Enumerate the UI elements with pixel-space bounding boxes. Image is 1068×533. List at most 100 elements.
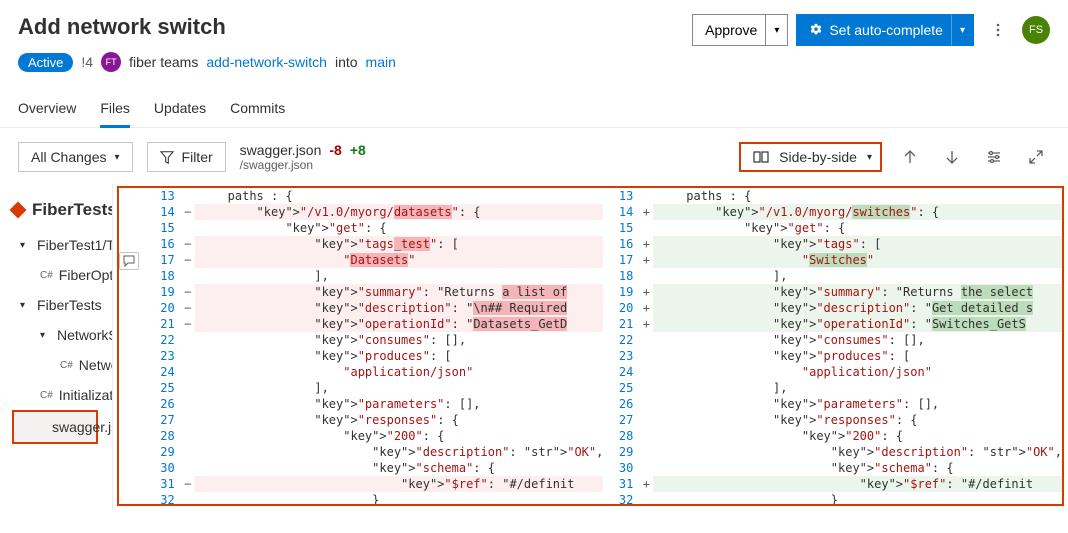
project-icon — [10, 202, 27, 219]
diff-line[interactable]: 14+ "key">"/v1.0/myorg/switches": { — [603, 204, 1062, 220]
changes-label: All Changes — [31, 149, 107, 165]
diff-line[interactable]: 32 } — [145, 492, 604, 504]
changes-dropdown[interactable]: All Changes ▾ — [18, 142, 133, 172]
diff-line[interactable]: 21− "key">"operationId": "Datasets_GetD — [145, 316, 604, 332]
diff-line[interactable]: 26 "key">"parameters": [], — [145, 396, 604, 412]
user-avatar[interactable]: FS — [1022, 16, 1050, 44]
diff-line[interactable]: 22 "key">"consumes": [], — [603, 332, 1062, 348]
diff-line[interactable]: 18 ], — [603, 268, 1062, 284]
diff-left-pane[interactable]: 13 paths : {14− "key">"/v1.0/myorg/datas… — [145, 188, 604, 504]
expand-button[interactable] — [1022, 143, 1050, 171]
arrow-down-icon — [944, 149, 960, 165]
diff-line[interactable]: 25 ], — [145, 380, 604, 396]
diff-line[interactable]: 30 "key">"schema": { — [145, 460, 604, 476]
diff-line[interactable]: 15 "key">"get": { — [603, 220, 1062, 236]
gear-icon — [809, 23, 823, 37]
target-branch-link[interactable]: main — [366, 54, 396, 70]
prev-diff-button[interactable] — [896, 143, 924, 171]
diff-line[interactable]: 25 ], — [603, 380, 1062, 396]
tab-bar: Overview Files Updates Commits — [0, 84, 1068, 128]
diff-line[interactable]: 18 ], — [145, 268, 604, 284]
csharp-icon: C# — [60, 360, 73, 371]
approve-button-group[interactable]: Approve ▾ — [692, 14, 788, 46]
file-tree-sidebar: FiberTests ▾ FiberTest1/Transceivers C# … — [0, 184, 113, 508]
project-header[interactable]: FiberTests — [12, 200, 113, 220]
diff-line[interactable]: 14− "key">"/v1.0/myorg/datasets": { — [145, 204, 604, 220]
diff-viewer: 13 paths : {14− "key">"/v1.0/myorg/datas… — [119, 188, 1062, 504]
comment-marker[interactable] — [119, 252, 139, 270]
autocomplete-button[interactable]: Set auto-complete — [796, 14, 951, 46]
tab-files[interactable]: Files — [100, 92, 130, 127]
status-badge: Active — [18, 53, 73, 72]
diff-line[interactable]: 20− "key">"description": "\n## Required — [145, 300, 604, 316]
approve-button[interactable]: Approve — [692, 14, 765, 46]
settings-button[interactable] — [980, 143, 1008, 171]
diff-line[interactable]: 24 "application/json" — [145, 364, 604, 380]
diff-line[interactable]: 31− "key">"$ref": "#/definit — [145, 476, 604, 492]
diff-line[interactable]: 23 "key">"produces": [ — [145, 348, 604, 364]
pr-number: !4 — [81, 54, 93, 70]
diff-line[interactable]: 27 "key">"responses": { — [145, 412, 604, 428]
diff-line[interactable]: 17+ "Switches" — [603, 252, 1062, 268]
tree-label: FiberTests — [37, 297, 102, 313]
tree-file[interactable]: C# NetworkSwitch.cs + — [8, 350, 102, 380]
diff-line[interactable]: 17− "Datasets" — [145, 252, 604, 268]
view-mode-dropdown[interactable]: Side-by-side ▾ — [739, 142, 882, 172]
filter-label: Filter — [182, 149, 213, 165]
tree-label: FiberTest1/Transceivers — [37, 237, 113, 253]
diff-line[interactable]: 29 "key">"description": "str">"OK", — [145, 444, 604, 460]
page-title: Add network switch — [18, 14, 226, 40]
diff-line[interactable]: 28 "key">"200": { — [145, 428, 604, 444]
next-diff-button[interactable] — [938, 143, 966, 171]
autocomplete-label: Set auto-complete — [829, 22, 943, 38]
diff-line[interactable]: 23 "key">"produces": [ — [603, 348, 1062, 364]
chevron-down-icon: ▾ — [867, 152, 872, 163]
diff-line[interactable]: 24 "application/json" — [603, 364, 1062, 380]
arrow-up-icon — [902, 149, 918, 165]
diff-right-pane[interactable]: 13 paths : {14+ "key">"/v1.0/myorg/switc… — [603, 188, 1062, 504]
tree-file[interactable]: C# Initialization.cs — [8, 380, 102, 410]
tab-updates[interactable]: Updates — [154, 92, 206, 127]
diff-line[interactable]: 26 "key">"parameters": [], — [603, 396, 1062, 412]
source-branch-link[interactable]: add-network-switch — [206, 54, 327, 70]
tree-folder[interactable]: ▾ FiberTest1/Transceivers — [8, 230, 102, 260]
more-actions-button[interactable] — [982, 14, 1014, 46]
chevron-down-icon: ▾ — [115, 152, 120, 163]
filter-button[interactable]: Filter — [147, 142, 226, 172]
tab-overview[interactable]: Overview — [18, 92, 76, 127]
approve-chevron[interactable]: ▾ — [765, 14, 788, 46]
autocomplete-chevron[interactable]: ▾ — [951, 14, 974, 46]
tree-file-selected[interactable]: swagger.json — [12, 410, 98, 444]
diff-line[interactable]: 22 "key">"consumes": [], — [145, 332, 604, 348]
diff-line[interactable]: 28 "key">"200": { — [603, 428, 1062, 444]
diff-line[interactable]: 27 "key">"responses": { — [603, 412, 1062, 428]
diff-line[interactable]: 19− "key">"summary": "Returns a list of — [145, 284, 604, 300]
tree-folder[interactable]: ▾ FiberTests — [8, 290, 102, 320]
addition-count: +8 — [350, 142, 366, 158]
current-file-path: /swagger.json — [240, 158, 366, 172]
diff-line[interactable]: 31+ "key">"$ref": "#/definit — [603, 476, 1062, 492]
tree-folder[interactable]: ▾ NetworkSwitches — [8, 320, 102, 350]
tree-label: NetworkSwitches — [57, 327, 113, 343]
diff-line[interactable]: 13 paths : { — [145, 188, 604, 204]
diff-line[interactable]: 20+ "key">"description": "Get detailed s — [603, 300, 1062, 316]
diff-line[interactable]: 30 "key">"schema": { — [603, 460, 1062, 476]
diff-line[interactable]: 32 } — [603, 492, 1062, 504]
tree-file[interactable]: C# FiberOpticTransceiverTest.cs + — [8, 260, 102, 290]
diff-line[interactable]: 16+ "key">"tags": [ — [603, 236, 1062, 252]
file-summary: swagger.json -8 +8 /swagger.json — [240, 142, 366, 172]
chevron-down-icon: ▾ — [40, 330, 45, 341]
chevron-down-icon: ▾ — [20, 240, 25, 251]
diff-line[interactable]: 21+ "key">"operationId": "Switches_GetS — [603, 316, 1062, 332]
diff-line[interactable]: 29 "key">"description": "str">"OK", — [603, 444, 1062, 460]
diff-line[interactable]: 19+ "key">"summary": "Returns the select — [603, 284, 1062, 300]
diff-line[interactable]: 15 "key">"get": { — [145, 220, 604, 236]
dots-icon — [990, 22, 1006, 38]
autocomplete-button-group[interactable]: Set auto-complete ▾ — [796, 14, 974, 46]
tab-commits[interactable]: Commits — [230, 92, 285, 127]
csharp-icon: C# — [40, 390, 53, 401]
diff-line[interactable]: 13 paths : { — [603, 188, 1062, 204]
into-label: into — [335, 54, 358, 70]
tree-label: Initialization.cs — [59, 387, 113, 403]
diff-line[interactable]: 16− "key">"tags_test": [ — [145, 236, 604, 252]
